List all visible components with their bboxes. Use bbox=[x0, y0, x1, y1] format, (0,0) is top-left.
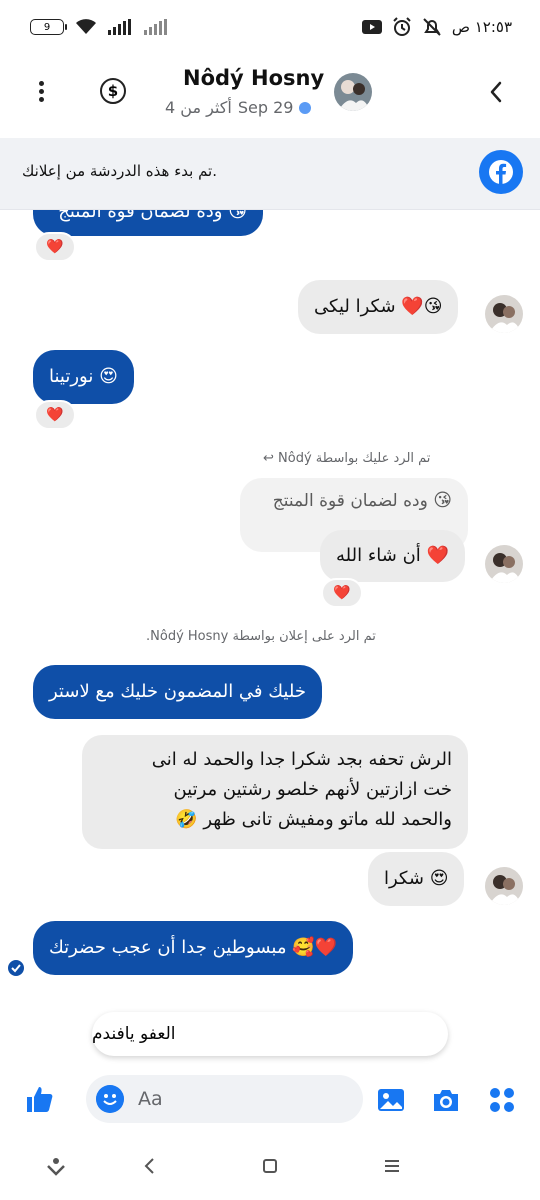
heart-reaction[interactable]: ❤️ bbox=[321, 578, 363, 608]
message-text: وده لضمان قوة المنتج bbox=[58, 210, 223, 222]
message-text: مبسوطين جدا أن عجب حضرتك bbox=[49, 937, 287, 958]
heart-emoji: ❤️ bbox=[46, 239, 64, 255]
nav-recents-icon[interactable] bbox=[380, 1154, 404, 1178]
assistant-icon[interactable] bbox=[44, 1154, 68, 1178]
message-bubble-received[interactable]: الرش تحفه بجد شكرا جدا والحمد له انى خت … bbox=[82, 735, 468, 849]
message-text-segment: والحمد لله ماتو ومفيش تانى ظهر bbox=[203, 809, 452, 830]
signal-icon bbox=[108, 19, 131, 35]
reply-note: تم الرد على إعلان بواسطة Nôdý Hosny. bbox=[146, 629, 376, 644]
ad-banner: .تم بدء هذه الدردشة من إعلانك bbox=[0, 138, 540, 210]
message-text: أن شاء الله bbox=[336, 545, 421, 566]
status-bar-left: 9 bbox=[30, 18, 168, 36]
kiss-emoji: 😘 bbox=[433, 490, 452, 511]
camera-icon[interactable] bbox=[431, 1085, 461, 1115]
facebook-icon[interactable] bbox=[479, 150, 523, 194]
heart-emoji: ❤️ bbox=[314, 937, 338, 958]
heart-emoji: ❤️ bbox=[426, 545, 449, 566]
smiling-hearts-emoji: 🥰 bbox=[292, 937, 315, 958]
system-nav-bar bbox=[0, 1146, 540, 1186]
heart-emoji: ❤️ bbox=[46, 407, 64, 423]
battery-icon: 9 bbox=[30, 19, 67, 35]
dollar-icon[interactable]: $ bbox=[100, 78, 126, 104]
youtube-icon bbox=[361, 20, 382, 34]
message-text: شكرا ليكى bbox=[314, 296, 396, 317]
gallery-icon[interactable] bbox=[376, 1085, 406, 1115]
message-text-line: خت ازازتين لأنهم خلصو رشتين مرتين bbox=[173, 779, 452, 800]
contact-avatar-small[interactable] bbox=[485, 545, 523, 583]
message-bubble-sent[interactable]: 😍 نورتينا bbox=[33, 350, 134, 404]
more-options-icon[interactable] bbox=[30, 78, 52, 108]
kiss-emoji: 😘 bbox=[423, 296, 443, 317]
chat-header: $ Nôdý Hosny أكثر من 4 Sep 29 bbox=[0, 56, 540, 138]
kiss-emoji: 😘 bbox=[228, 210, 247, 222]
reply-note: تم الرد عليك بواسطة Nôdý ↩ bbox=[263, 451, 430, 466]
last-seen-date: Sep 29 bbox=[237, 98, 294, 117]
message-text: نورتينا bbox=[49, 366, 94, 387]
heart-reaction[interactable]: ❤️ bbox=[34, 232, 76, 262]
heart-eyes-emoji: 😍 bbox=[99, 366, 118, 387]
message-bubble-sent[interactable]: خليك في المضمون خليك مع لاستر bbox=[33, 665, 322, 719]
seen-check-icon bbox=[8, 960, 24, 976]
suggested-reply[interactable]: العفو يافندم bbox=[92, 1012, 448, 1056]
reply-note-text: تم الرد عليك بواسطة Nôdý bbox=[278, 451, 431, 466]
contact-name[interactable]: Nôdý Hosny bbox=[183, 66, 324, 90]
status-bar: 9 ١٢:٥٣ ص bbox=[0, 0, 540, 56]
signal-icon-2 bbox=[144, 19, 167, 35]
reply-note-text: تم الرد على إعلان بواسطة Nôdý Hosny. bbox=[146, 629, 376, 644]
mute-icon bbox=[423, 18, 441, 36]
message-text-line: الرش تحفه بجد شكرا جدا والحمد له انى bbox=[151, 749, 452, 770]
more-actions-icon[interactable] bbox=[487, 1085, 517, 1115]
back-icon[interactable] bbox=[487, 79, 505, 105]
nav-back-icon[interactable] bbox=[138, 1154, 162, 1178]
like-icon[interactable] bbox=[24, 1084, 54, 1114]
battery-level: 9 bbox=[43, 21, 51, 33]
rofl-emoji: 🤣 bbox=[175, 809, 198, 830]
message-bubble-received[interactable]: 😍 شكرا bbox=[368, 852, 465, 906]
reply-arrow-icon: ↩ bbox=[263, 451, 274, 466]
emoji-icon[interactable] bbox=[96, 1085, 124, 1113]
status-bar-right: ١٢:٥٣ ص bbox=[361, 17, 512, 37]
message-bubble-sent[interactable]: ❤️🥰 مبسوطين جدا أن عجب حضرتك bbox=[33, 921, 354, 975]
ad-banner-text: .تم بدء هذه الدردشة من إعلانك bbox=[22, 162, 217, 180]
suggested-reply-text: العفو يافندم bbox=[92, 1024, 176, 1044]
heart-emoji: ❤️ bbox=[401, 296, 424, 317]
more-than-text: أكثر من 4 bbox=[165, 98, 232, 117]
message-text: شكرا bbox=[384, 868, 424, 889]
message-bubble-sent[interactable]: 😘 وده لضمان قوة المنتج bbox=[33, 210, 263, 236]
message-text: خليك في المضمون خليك مع لاستر bbox=[49, 681, 306, 702]
heart-eyes-emoji: 😍 bbox=[429, 868, 449, 889]
message-input-box[interactable] bbox=[86, 1075, 363, 1123]
heart-emoji: ❤️ bbox=[333, 585, 351, 601]
quoted-text: وده لضمان قوة المنتج bbox=[272, 491, 428, 511]
message-text-line: والحمد لله ماتو ومفيش تانى ظهر 🤣 bbox=[98, 805, 452, 835]
message-bubble-received[interactable]: ❤️ أن شاء الله bbox=[320, 530, 465, 582]
heart-reaction[interactable]: ❤️ bbox=[34, 400, 76, 430]
contact-avatar[interactable] bbox=[334, 73, 372, 111]
message-list[interactable]: 😘 وده لضمان قوة المنتج ❤️ 😘❤️ شكرا ليكى … bbox=[0, 210, 540, 1070]
message-bubble-received[interactable]: 😘❤️ شكرا ليكى bbox=[298, 280, 459, 334]
contact-avatar-small[interactable] bbox=[485, 867, 523, 905]
clock-text: ١٢:٥٣ ص bbox=[451, 18, 512, 36]
wifi-icon bbox=[76, 19, 96, 34]
last-active-line: أكثر من 4 Sep 29 bbox=[165, 98, 312, 117]
nav-home-icon[interactable] bbox=[258, 1154, 282, 1178]
contact-avatar-small[interactable] bbox=[485, 295, 523, 333]
composer-bar bbox=[0, 1070, 540, 1132]
message-input[interactable] bbox=[138, 1075, 338, 1123]
alarm-icon bbox=[393, 17, 411, 36]
active-status-dot bbox=[299, 101, 312, 114]
